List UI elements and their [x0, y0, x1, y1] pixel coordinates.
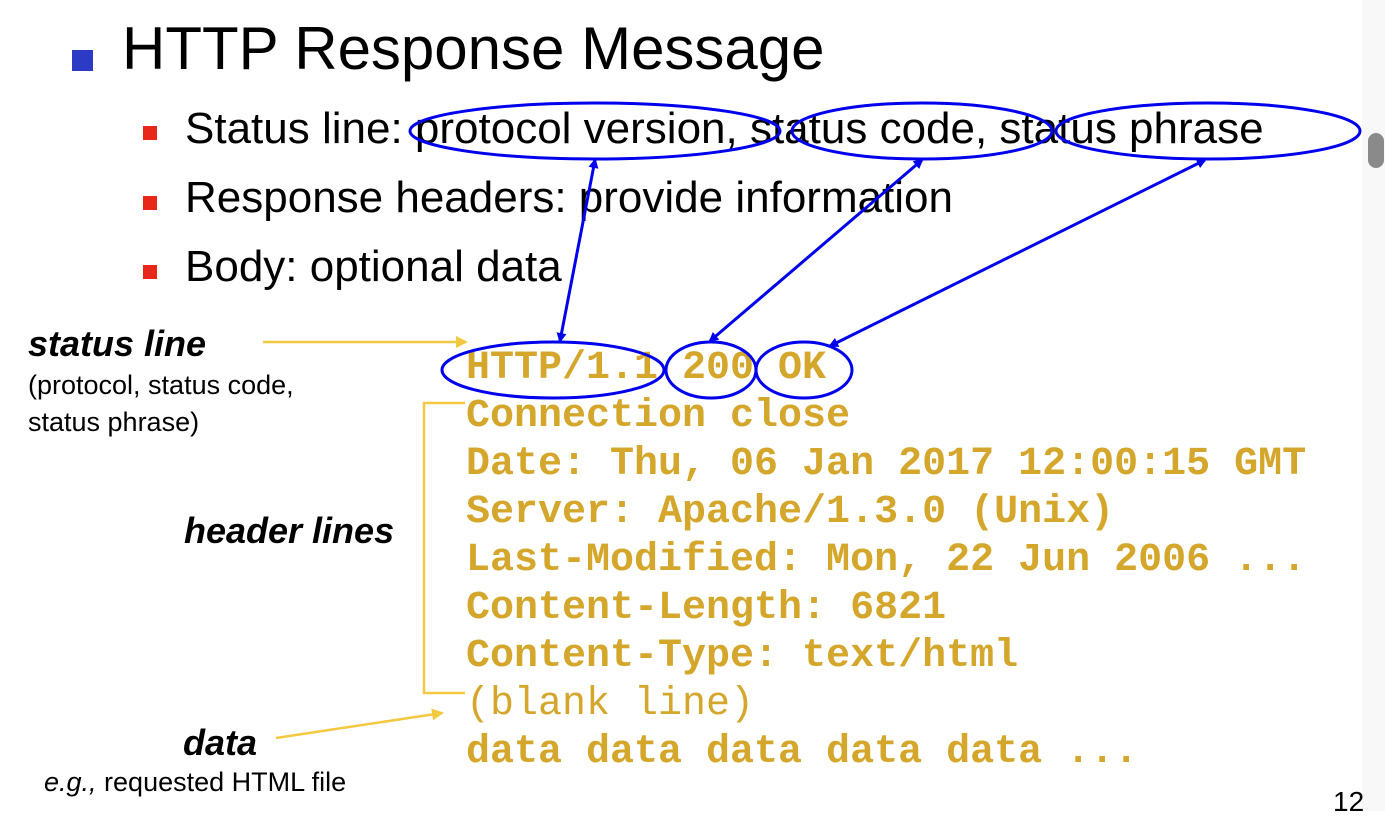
- bracket-header-lines: [422, 401, 465, 695]
- arrow-version: [556, 158, 599, 343]
- ellipse-status-phrase: [1054, 101, 1362, 161]
- ellipse-ok: [754, 340, 854, 400]
- scrollbar-thumb[interactable]: [1368, 133, 1384, 168]
- scrollbar[interactable]: [1362, 0, 1385, 811]
- ellipse-http-version: [440, 340, 666, 400]
- ellipse-200: [664, 340, 758, 400]
- arrow-data: [275, 708, 444, 740]
- ellipse-status-code: [790, 101, 1054, 161]
- arrow-code: [708, 158, 924, 343]
- annotations: [263, 101, 1362, 740]
- ellipse-protocol-version: [408, 101, 782, 161]
- page-number: 12: [1333, 786, 1365, 817]
- arrow-phrase: [828, 158, 1207, 348]
